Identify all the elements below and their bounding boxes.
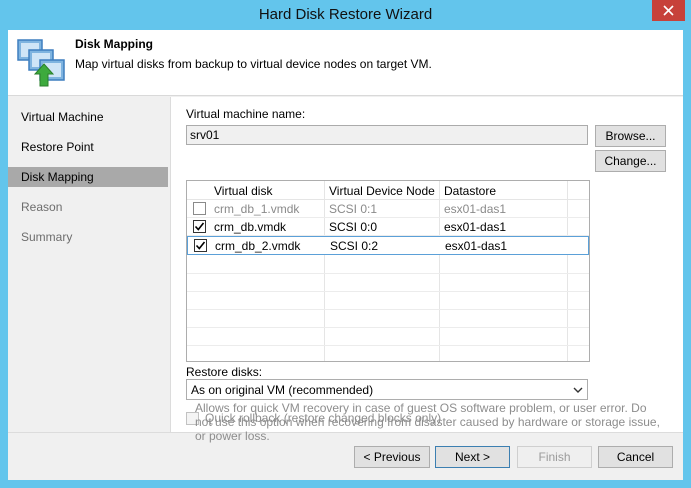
step-summary: Summary (21, 230, 73, 244)
cell-datastore: esx01-das1 (444, 220, 507, 234)
wizard-header: Disk Mapping Map virtual disks from back… (8, 30, 683, 96)
page-description: Map virtual disks from backup to virtual… (75, 57, 432, 71)
restore-disks-label: Restore disks: (186, 365, 263, 379)
cancel-button[interactable]: Cancel (598, 446, 673, 468)
browse-button[interactable]: Browse... (595, 125, 666, 147)
step-restore-point[interactable]: Restore Point (8, 137, 168, 157)
empty-row (187, 274, 589, 292)
row-checkbox[interactable] (193, 220, 206, 233)
table-header: Virtual disk Virtual Device Node Datasto… (187, 181, 589, 200)
cell-datastore: esx01-das1 (445, 239, 508, 253)
table-row[interactable]: crm_db_1.vmdk SCSI 0:1 esx01-das1 (187, 200, 589, 218)
restore-disks-value: As on original VM (recommended) (191, 383, 374, 397)
empty-row (187, 292, 589, 310)
cell-device-node: SCSI 0:2 (330, 239, 379, 253)
cell-device-node: SCSI 0:0 (329, 220, 378, 234)
content-panel: Virtual machine name: srv01 Virtual disk… (170, 97, 683, 432)
table-row[interactable]: crm_db.vmdk SCSI 0:0 esx01-das1 (187, 218, 589, 236)
checkmark-icon (195, 241, 206, 250)
column-header-device-node[interactable]: Virtual Device Node (329, 184, 435, 198)
column-header-datastore[interactable]: Datastore (444, 184, 496, 198)
table-row-selected[interactable]: crm_db_2.vmdk SCSI 0:2 esx01-das1 (187, 236, 589, 255)
steps-sidebar: Virtual Machine Restore Point Disk Mappi… (8, 97, 169, 432)
disk-mapping-table: Virtual disk Virtual Device Node Datasto… (186, 180, 590, 362)
step-reason: Reason (21, 200, 63, 214)
row-checkbox[interactable] (194, 239, 207, 252)
cell-virtual-disk: crm_db_2.vmdk (215, 239, 301, 253)
cell-datastore: esx01-das1 (444, 202, 507, 216)
cell-virtual-disk: crm_db.vmdk (214, 220, 287, 234)
row-checkbox[interactable] (193, 202, 206, 215)
window-title: Hard Disk Restore Wizard (258, 6, 433, 23)
checkmark-icon (194, 222, 205, 231)
cell-virtual-disk: crm_db_1.vmdk (214, 202, 300, 216)
close-icon (663, 5, 674, 16)
empty-row (187, 310, 589, 328)
empty-row (187, 256, 589, 274)
step-virtual-machine[interactable]: Virtual Machine (8, 107, 168, 127)
vm-name-field[interactable]: srv01 (186, 125, 588, 145)
finish-button: Finish (517, 446, 592, 468)
close-button[interactable] (652, 0, 685, 21)
column-header-virtual-disk[interactable]: Virtual disk (214, 184, 272, 198)
vm-name-label: Virtual machine name: (186, 107, 306, 121)
disk-mapping-icon (17, 39, 65, 87)
page-title: Disk Mapping (75, 37, 154, 51)
change-button[interactable]: Change... (595, 150, 666, 172)
restore-disks-dropdown[interactable]: As on original VM (recommended) (186, 379, 588, 400)
title-bar[interactable]: Hard Disk Restore Wizard (0, 0, 691, 30)
cell-device-node: SCSI 0:1 (329, 202, 378, 216)
step-disk-mapping[interactable]: Disk Mapping (8, 167, 168, 187)
chevron-down-icon (573, 387, 583, 393)
next-button[interactable]: Next > (435, 446, 510, 468)
empty-row (187, 328, 589, 346)
previous-button[interactable]: < Previous (354, 446, 430, 468)
quick-rollback-description: Allows for quick VM recovery in case of … (195, 401, 660, 443)
wizard-window: Hard Disk Restore Wizard Disk Mapping Ma… (0, 0, 691, 488)
